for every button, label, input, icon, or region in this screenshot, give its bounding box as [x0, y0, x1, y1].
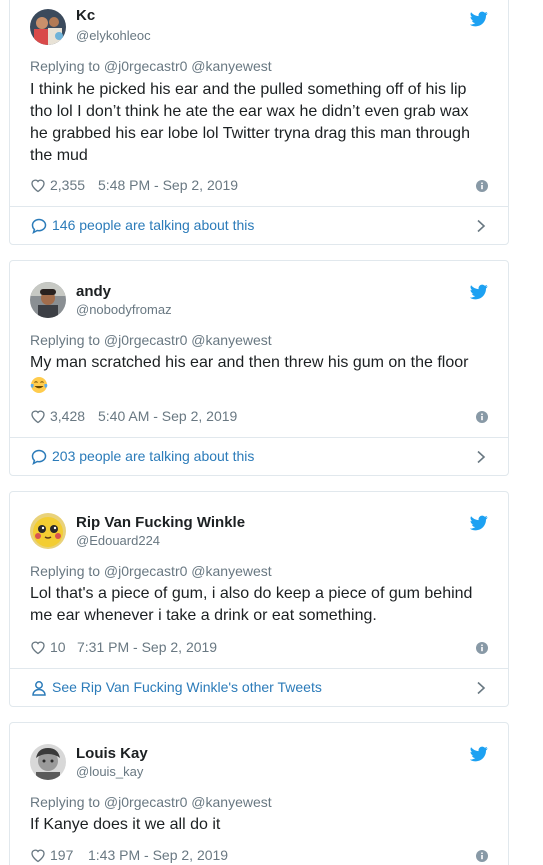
avatar[interactable] [30, 513, 66, 549]
replying-to-label[interactable]: Replying to @j0rgecastr0 @kanyewest [30, 563, 272, 579]
display-name[interactable]: andy [76, 283, 111, 300]
user-handle[interactable]: @louis_kay [76, 764, 143, 779]
tweet-meta: 197 1:43 PM - Sep 2, 2019 [30, 847, 488, 865]
heart-icon[interactable] [30, 409, 46, 424]
twitter-bird-icon[interactable] [470, 746, 488, 762]
replying-to-label[interactable]: Replying to @j0rgecastr0 @kanyewest [30, 332, 272, 348]
heart-icon[interactable] [30, 848, 46, 863]
conversation-link[interactable]: 146 people are talking about this [10, 207, 508, 245]
info-icon[interactable] [476, 411, 488, 423]
chevron-right-icon[interactable] [476, 219, 486, 233]
tweet-header: Louis Kay @louis_kay [30, 723, 488, 780]
tweet-text: If Kanye does it we all do it [30, 816, 221, 833]
tweet-header: Rip Van Fucking Winkle @Edouard224 [30, 492, 488, 549]
tweet-text: I think he picked his ear and the pulled… [30, 81, 470, 164]
speech-bubble-icon [31, 449, 47, 465]
info-icon[interactable] [476, 850, 488, 862]
avatar[interactable] [30, 744, 66, 780]
chevron-right-icon[interactable] [476, 681, 486, 695]
timestamp[interactable]: 7:31 PM - Sep 2, 2019 [77, 639, 217, 655]
person-icon [32, 681, 46, 696]
heart-icon[interactable] [30, 178, 46, 193]
twitter-bird-icon[interactable] [470, 515, 488, 531]
tweet-meta: 10 7:31 PM - Sep 2, 2019 [30, 639, 488, 657]
tweet-feed: Kc @elykohleoc Replying to @j0rgecastr0 … [0, 0, 543, 865]
avatar[interactable] [30, 9, 66, 45]
twitter-bird-icon[interactable] [470, 11, 488, 27]
tweet-meta: 2,355 5:48 PM - Sep 2, 2019 [30, 177, 488, 195]
like-count[interactable]: 197 [50, 847, 73, 863]
display-name[interactable]: Louis Kay [76, 745, 148, 762]
conversation-count[interactable]: 146 people are talking about this [52, 217, 254, 233]
other-tweets-link[interactable]: See Rip Van Fucking Winkle's other Tweet… [52, 679, 322, 695]
display-name[interactable]: Rip Van Fucking Winkle [76, 514, 245, 531]
tweet-header: andy @nobodyfromaz [30, 261, 488, 318]
tweet-card[interactable]: Rip Van Fucking Winkle @Edouard224 Reply… [9, 491, 509, 707]
twitter-bird-icon[interactable] [470, 284, 488, 300]
tweet-text: Lol that's a piece of gum, i also do kee… [30, 585, 473, 624]
tweet-meta: 3,428 5:40 AM - Sep 2, 2019 [30, 408, 488, 426]
timestamp[interactable]: 5:48 PM - Sep 2, 2019 [98, 177, 238, 193]
heart-icon[interactable] [30, 640, 46, 655]
tweet-card[interactable]: Kc @elykohleoc Replying to @j0rgecastr0 … [9, 0, 509, 245]
tweet-card[interactable]: andy @nobodyfromaz Replying to @j0rgecas… [9, 260, 509, 476]
timestamp[interactable]: 1:43 PM - Sep 2, 2019 [88, 847, 228, 863]
display-name[interactable]: Kc [76, 7, 95, 24]
like-count[interactable]: 10 [50, 639, 66, 655]
replying-to-label[interactable]: Replying to @j0rgecastr0 @kanyewest [30, 794, 272, 810]
tweet-text: My man scratched his ear and then threw … [30, 352, 480, 398]
replying-to-label[interactable]: Replying to @j0rgecastr0 @kanyewest [30, 58, 272, 74]
user-handle[interactable]: @nobodyfromaz [76, 302, 172, 317]
timestamp[interactable]: 5:40 AM - Sep 2, 2019 [98, 408, 237, 424]
conversation-link[interactable]: 203 people are talking about this [10, 438, 508, 476]
like-count[interactable]: 3,428 [50, 408, 85, 424]
profile-link[interactable]: See Rip Van Fucking Winkle's other Tweet… [10, 669, 508, 707]
user-handle[interactable]: @elykohleoc [76, 28, 151, 43]
info-icon[interactable] [476, 180, 488, 192]
tears-of-joy-emoji-icon [30, 377, 48, 393]
tweet-header: Kc @elykohleoc [30, 0, 488, 45]
user-handle[interactable]: @Edouard224 [76, 533, 160, 548]
conversation-count[interactable]: 203 people are talking about this [52, 448, 254, 464]
tweet-card[interactable]: Louis Kay @louis_kay Replying to @j0rgec… [9, 722, 509, 865]
avatar[interactable] [30, 282, 66, 318]
chevron-right-icon[interactable] [476, 450, 486, 464]
like-count[interactable]: 2,355 [50, 177, 85, 193]
info-icon[interactable] [476, 642, 488, 654]
speech-bubble-icon [31, 218, 47, 234]
tweet-text-body: My man scratched his ear and then threw … [30, 354, 469, 371]
